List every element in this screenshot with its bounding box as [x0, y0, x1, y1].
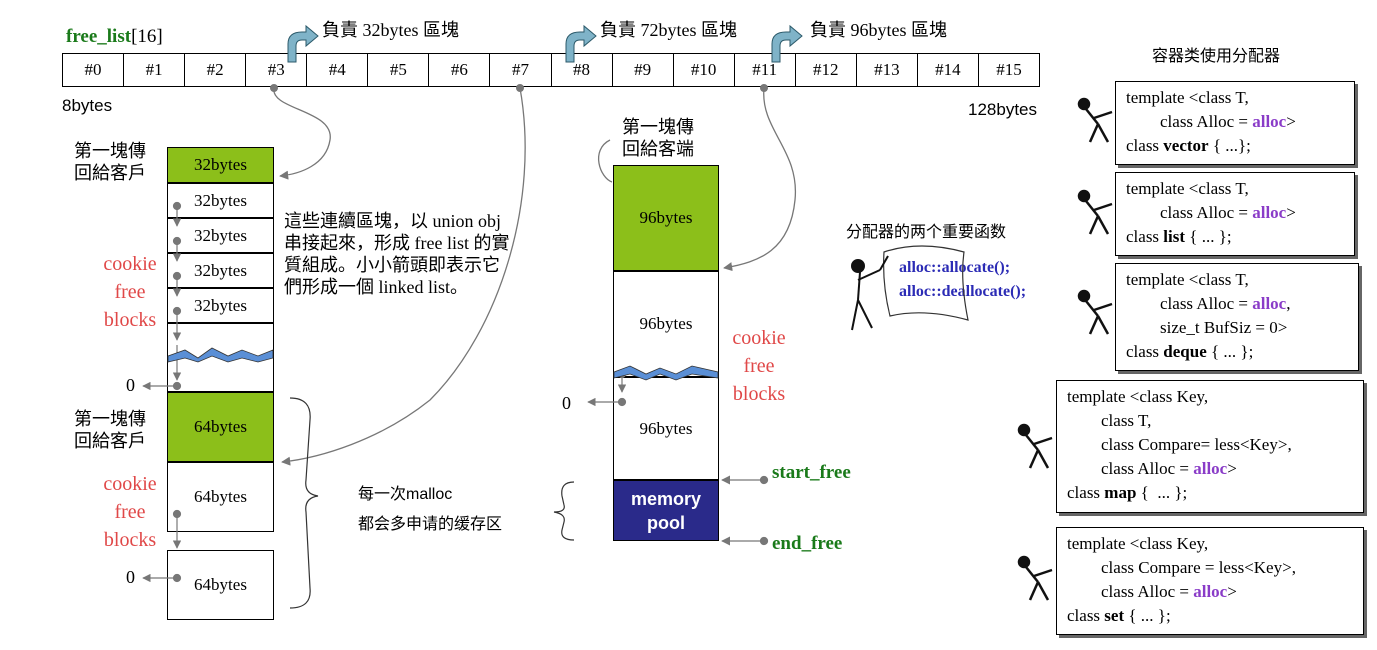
pointer-dot: [270, 84, 278, 92]
pointer-dot: [760, 84, 768, 92]
pointer-dot: [516, 84, 524, 92]
pushing-person-icon: [1077, 189, 1113, 235]
curved-arrow-icon: [287, 24, 319, 63]
torn-edge: [167, 347, 274, 363]
label-pointer-96: [598, 139, 613, 183]
pushing-person-icon: [1077, 97, 1113, 143]
person-holding-banner-icon: [851, 255, 889, 331]
allocator-banner: [883, 245, 969, 321]
pushing-person-icon: [1017, 423, 1053, 469]
curved-arrow-icon: [771, 24, 803, 63]
pointer-3-curve: [273, 87, 331, 180]
pushing-person-icon: [1017, 555, 1053, 601]
pointer-7-curve: [281, 87, 526, 466]
curved-arrow-icon: [565, 24, 597, 63]
pushing-person-icon: [1077, 289, 1113, 335]
pointer-11-curve: [723, 87, 797, 272]
right-brace: [289, 397, 319, 609]
torn-edge: [613, 365, 719, 381]
left-brace: [553, 481, 575, 541]
diagram-connectors: [142, 24, 1113, 609]
